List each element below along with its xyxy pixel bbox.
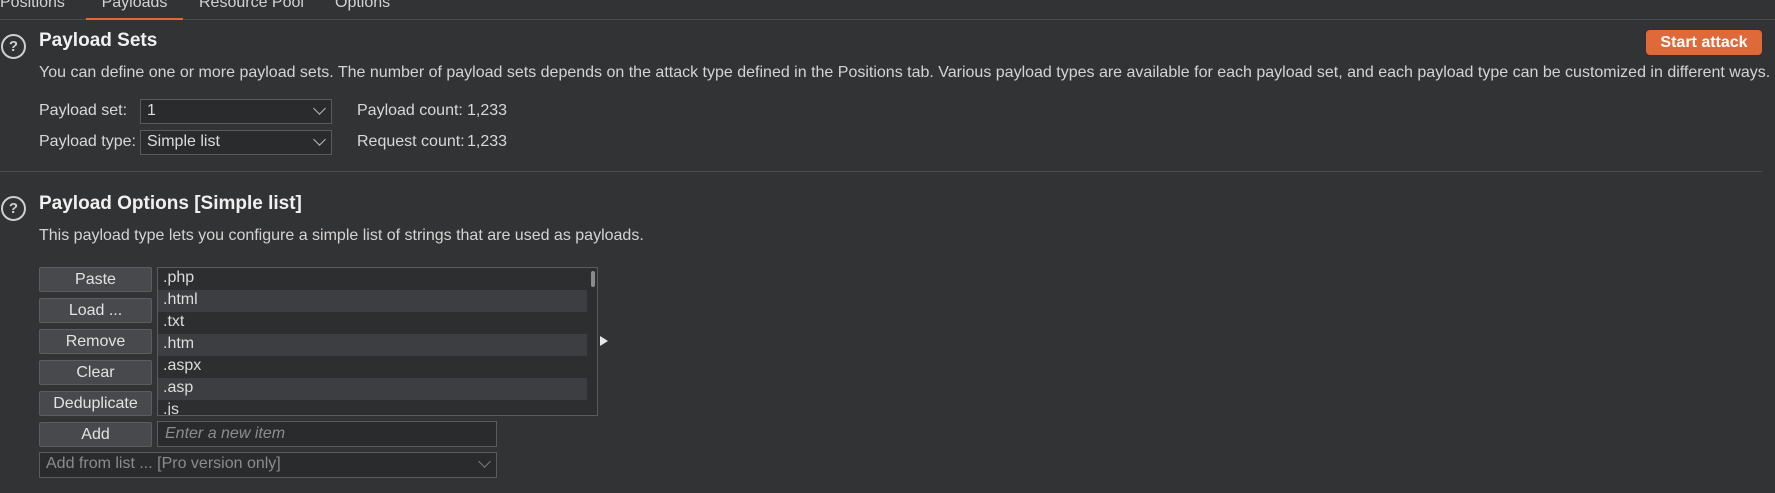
add-from-list-select[interactable]: Add from list ... [Pro version only] bbox=[39, 452, 497, 478]
payload-type-value: Simple list bbox=[147, 133, 220, 150]
tab-payloads[interactable]: Payloads bbox=[86, 0, 183, 20]
payload-options-description: This payload type lets you configure a s… bbox=[39, 227, 644, 244]
start-attack-button[interactable]: Start attack bbox=[1646, 30, 1762, 55]
list-item[interactable]: .asp bbox=[158, 378, 587, 400]
list-item[interactable]: .aspx bbox=[158, 356, 587, 378]
list-item[interactable]: .html bbox=[158, 290, 587, 312]
payload-set-select[interactable]: 1 bbox=[140, 99, 332, 124]
tab-bar: Positions Payloads Resource Pool Options bbox=[0, 0, 1775, 20]
payload-type-select[interactable]: Simple list bbox=[140, 130, 332, 155]
clear-button[interactable]: Clear bbox=[39, 360, 152, 385]
tab-options[interactable]: Options bbox=[335, 0, 390, 12]
help-icon[interactable]: ? bbox=[1, 196, 26, 221]
help-icon[interactable]: ? bbox=[1, 34, 26, 59]
payload-type-label: Payload type: bbox=[39, 133, 136, 150]
paste-button[interactable]: Paste bbox=[39, 267, 152, 292]
list-item[interactable]: .txt bbox=[158, 312, 587, 334]
load-button[interactable]: Load ... bbox=[39, 298, 152, 323]
chevron-down-icon bbox=[313, 133, 326, 146]
payload-sets-title: Payload Sets bbox=[39, 30, 158, 51]
payload-set-label: Payload set: bbox=[39, 102, 128, 119]
tab-positions[interactable]: Positions bbox=[0, 0, 65, 12]
payload-count-value: 1,233 bbox=[467, 102, 508, 119]
list-item[interactable]: .htm bbox=[158, 334, 587, 356]
chevron-down-icon bbox=[478, 455, 491, 468]
scrollbar-thumb[interactable] bbox=[591, 271, 595, 287]
list-item[interactable]: .js bbox=[158, 400, 587, 415]
section-divider bbox=[0, 171, 1762, 172]
add-from-list-label: Add from list ... [Pro version only] bbox=[46, 455, 281, 472]
new-item-input[interactable]: Enter a new item bbox=[157, 421, 497, 447]
expand-arrow-icon[interactable] bbox=[600, 336, 608, 346]
new-item-placeholder: Enter a new item bbox=[165, 425, 286, 442]
payload-set-value: 1 bbox=[147, 102, 156, 119]
add-button[interactable]: Add bbox=[39, 422, 152, 447]
request-count-label: Request count: bbox=[357, 133, 465, 150]
payload-count-label: Payload count: bbox=[357, 102, 463, 119]
payload-sets-description: You can define one or more payload sets.… bbox=[39, 64, 1771, 81]
request-count-value: 1,233 bbox=[467, 133, 508, 150]
chevron-down-icon bbox=[313, 102, 326, 115]
payload-list[interactable]: .php .html .txt .htm .aspx .asp .js bbox=[157, 267, 598, 416]
tab-resource-pool[interactable]: Resource Pool bbox=[199, 0, 304, 12]
payload-options-title: Payload Options [Simple list] bbox=[39, 193, 302, 214]
remove-button[interactable]: Remove bbox=[39, 329, 152, 354]
deduplicate-button[interactable]: Deduplicate bbox=[39, 391, 152, 416]
list-item[interactable]: .php bbox=[158, 268, 587, 290]
